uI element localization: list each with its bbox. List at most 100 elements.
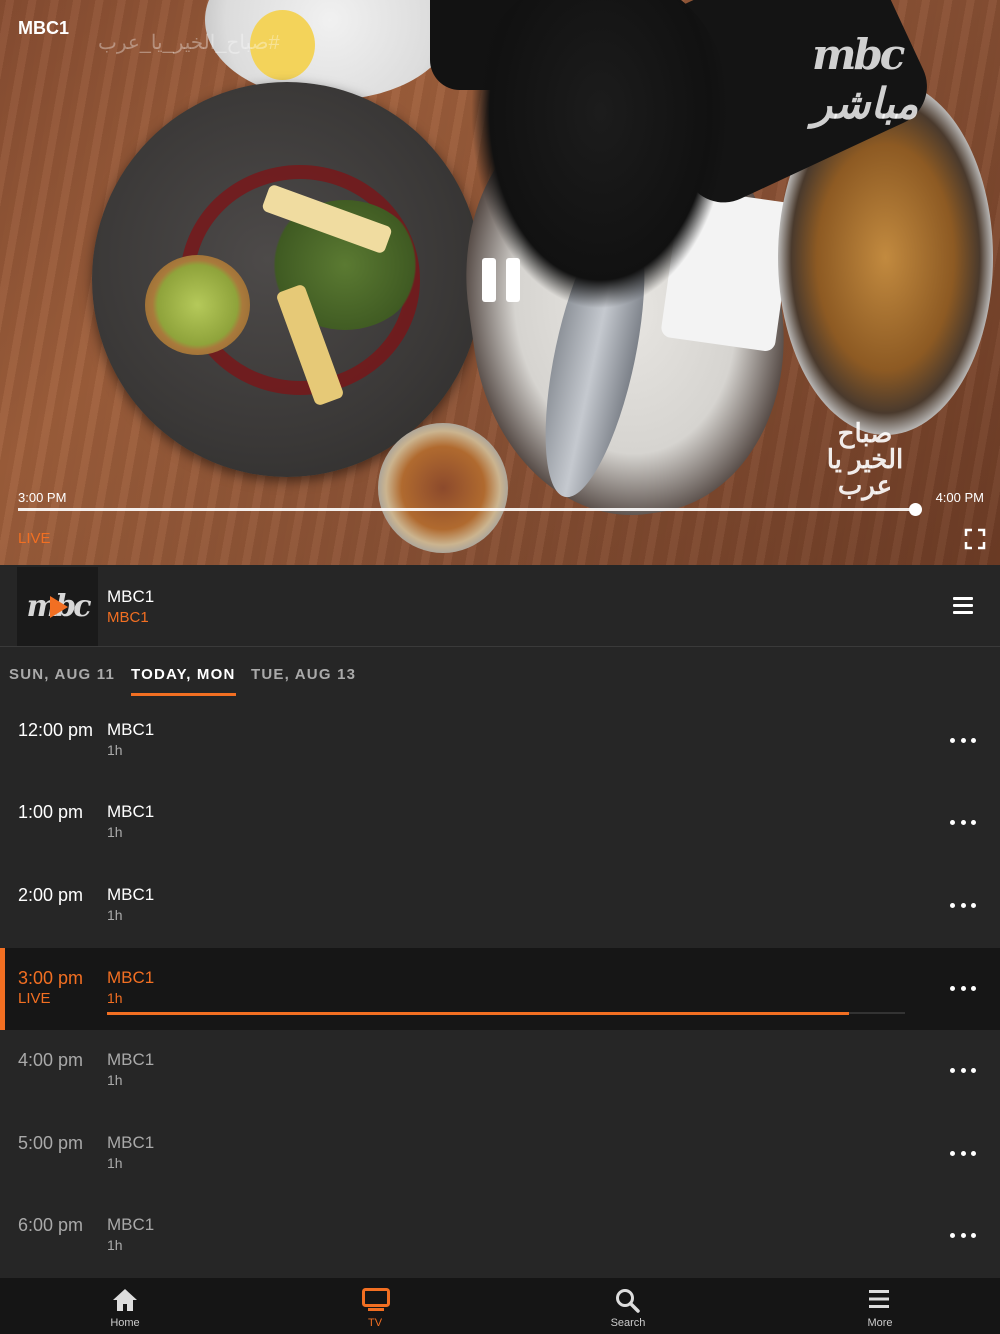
live-row-marker — [0, 948, 5, 1030]
row-duration: 1h — [107, 824, 123, 840]
row-title: MBC1 — [107, 1050, 155, 1069]
ellipsis-dot — [960, 1232, 966, 1238]
ellipsis-dot — [960, 902, 966, 908]
more-options-button[interactable] — [950, 812, 976, 832]
row-time: 1:00 pm — [18, 802, 84, 822]
ellipsis-dot — [960, 985, 966, 991]
tab-today[interactable]: TODAY, MON — [131, 666, 236, 696]
more-options-button[interactable] — [950, 730, 976, 750]
channel-list-button[interactable] — [953, 597, 973, 615]
ellipsis-dot — [971, 737, 976, 743]
channel-subtitle: MBC1 — [107, 609, 149, 626]
nav-label: More — [867, 1317, 893, 1329]
ellipsis-dot — [971, 1067, 976, 1073]
video-frame-green-bowl — [145, 255, 250, 355]
ellipsis-dot — [960, 1067, 966, 1073]
day-tabs: SUN, AUG 11 TODAY, MON TUE, AUG 13 — [0, 648, 1000, 696]
program-progress-bar — [107, 1012, 905, 1015]
show-stamp-overlay: صباح الخير يا عرب — [826, 418, 904, 500]
live-indicator[interactable]: LIVE — [18, 530, 51, 547]
ellipsis-icon — [950, 985, 955, 991]
row-duration: 1h — [107, 990, 123, 1006]
row-title: MBC1 — [107, 885, 155, 904]
row-title: MBC1 — [107, 1133, 155, 1152]
menu-icon — [869, 1290, 889, 1308]
hamburger-icon-line — [953, 611, 973, 614]
more-options-button[interactable] — [950, 978, 976, 998]
ellipsis-icon — [950, 1150, 955, 1156]
more-options-button[interactable] — [950, 895, 976, 915]
ellipsis-dot — [971, 902, 976, 908]
nav-label: Search — [610, 1317, 646, 1329]
row-duration: 1h — [107, 1155, 123, 1171]
schedule-row-live[interactable]: 3:00 pm LIVE MBC1 1h — [0, 948, 1000, 1030]
channel-name: MBC1 — [107, 587, 155, 606]
ellipsis-dot — [971, 1232, 976, 1238]
row-title: MBC1 — [107, 968, 155, 987]
channel-logo: mbc — [17, 567, 98, 646]
ellipsis-dot — [960, 819, 966, 825]
ellipsis-dot — [971, 819, 976, 825]
nav-more[interactable]: More — [755, 1278, 1000, 1334]
scrub-bar[interactable] — [18, 508, 916, 511]
row-time: 5:00 pm — [18, 1133, 84, 1153]
ellipsis-dot — [960, 1150, 966, 1156]
video-player[interactable]: #صباح_الخير_يا_عرب mbc مباشر صباح الخير … — [0, 0, 1000, 565]
schedule-row[interactable]: 5:00 pm MBC1 1h — [0, 1113, 1000, 1195]
tab-tue-aug-13[interactable]: TUE, AUG 13 — [251, 666, 356, 693]
hamburger-icon-line — [953, 604, 973, 607]
nav-home[interactable]: Home — [0, 1278, 250, 1334]
player-channel-label: MBC1 — [18, 18, 70, 38]
schedule-row[interactable]: 4:00 pm MBC1 1h — [0, 1030, 1000, 1112]
more-options-button[interactable] — [950, 1225, 976, 1245]
nav-search[interactable]: Search — [503, 1278, 753, 1334]
nav-tv[interactable]: TV — [250, 1278, 500, 1334]
scrub-handle[interactable] — [909, 503, 922, 516]
row-title: MBC1 — [107, 720, 155, 739]
row-title: MBC1 — [107, 802, 155, 821]
ellipsis-dot — [960, 737, 966, 743]
program-end-time: 4:00 PM — [935, 490, 984, 505]
row-time: 4:00 pm — [18, 1050, 84, 1070]
ellipsis-dot — [971, 1150, 976, 1156]
pause-icon — [482, 258, 496, 302]
pause-icon-bar — [506, 258, 520, 302]
schedule-row[interactable]: 6:00 pm MBC1 1h — [0, 1195, 1000, 1277]
ellipsis-icon — [950, 819, 955, 825]
play-icon — [50, 596, 68, 618]
channel-header: mbc MBC1 MBC1 — [0, 565, 1000, 647]
home-icon — [113, 1289, 137, 1311]
row-duration: 1h — [107, 1072, 123, 1088]
hamburger-icon — [953, 597, 973, 600]
ellipsis-icon — [950, 1232, 955, 1238]
fullscreen-button[interactable] — [964, 528, 986, 550]
row-live-badge: LIVE — [18, 990, 51, 1007]
row-title: MBC1 — [107, 1215, 155, 1234]
video-hashtag-overlay: #صباح_الخير_يا_عرب — [98, 32, 280, 54]
schedule-row[interactable]: 1:00 pm MBC1 1h — [0, 782, 1000, 864]
pause-button[interactable] — [480, 258, 522, 302]
ellipsis-icon — [950, 1067, 955, 1073]
schedule-row[interactable]: 2:00 pm MBC1 1h — [0, 865, 1000, 947]
row-time: 12:00 pm — [18, 720, 94, 740]
program-start-time: 3:00 PM — [18, 490, 67, 505]
row-time: 3:00 pm — [18, 968, 84, 988]
more-options-button[interactable] — [950, 1060, 976, 1080]
ellipsis-icon — [950, 902, 955, 908]
search-icon — [616, 1289, 640, 1313]
nav-label: TV — [367, 1317, 383, 1329]
nav-label: Home — [110, 1317, 140, 1329]
ellipsis-dot — [971, 985, 976, 991]
video-frame-small-bowl — [378, 423, 508, 553]
tv-icon — [362, 1288, 390, 1311]
row-time: 6:00 pm — [18, 1215, 84, 1235]
bottom-navigation: Home TV Search More — [0, 1278, 1000, 1334]
tab-sun-aug-11[interactable]: SUN, AUG 11 — [9, 666, 115, 693]
schedule-row[interactable]: 12:00 pm MBC1 1h — [0, 700, 1000, 782]
row-duration: 1h — [107, 742, 123, 758]
program-progress-fill — [107, 1012, 850, 1015]
more-options-button[interactable] — [950, 1143, 976, 1163]
ellipsis-icon — [950, 737, 955, 743]
broadcaster-watermark: mbc مباشر — [812, 30, 921, 128]
row-time: 2:00 pm — [18, 885, 84, 905]
